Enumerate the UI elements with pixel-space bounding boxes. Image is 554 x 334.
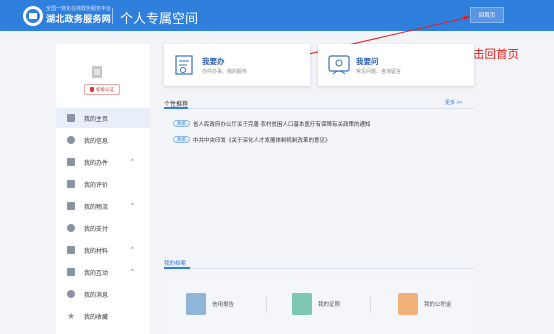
sidebar-item-label: 我的物流: [84, 204, 109, 211]
archive-item-housing-fund[interactable]: 我的公积金: [398, 293, 452, 315]
sidebar-item-home[interactable]: 我的主页: [56, 108, 150, 128]
sidebar-item-materials[interactable]: 我的材料 ^: [56, 240, 150, 260]
home-icon: [67, 114, 75, 122]
archive-item-license[interactable]: 我的证照: [292, 293, 340, 315]
divider-accent: [164, 107, 188, 109]
section-title-archive: 我的档案: [164, 261, 187, 267]
rating-icon: [67, 180, 75, 188]
sidebar-item-label: 我的办件: [84, 160, 109, 167]
handle-affairs-icon: [175, 55, 193, 75]
info-icon: [67, 136, 75, 144]
chevron-up-icon[interactable]: ^: [131, 269, 134, 275]
chevron-up-icon[interactable]: ^: [131, 203, 134, 209]
interaction-icon: [67, 268, 75, 276]
sidebar-item-label: 我的信息: [84, 138, 109, 145]
materials-icon: [67, 246, 75, 254]
policy-tag: 政策: [173, 136, 190, 143]
policy-tag: 政策: [173, 120, 190, 127]
logistics-icon: [67, 202, 75, 210]
logo-subtitle: 全国一体化在线政务服务平台: [46, 6, 112, 12]
payment-icon: [67, 224, 75, 232]
consult-icon: [328, 55, 350, 75]
verification-label: 初级认证: [96, 86, 114, 92]
license-icon: [292, 293, 312, 315]
sidebar-item-cases[interactable]: 我的办件 ^: [56, 152, 150, 172]
divider-accent: [164, 267, 190, 269]
credit-report-icon: [186, 293, 206, 315]
housing-fund-icon: [398, 293, 418, 315]
logo-emblem-icon: [23, 6, 43, 26]
card-handle-affairs[interactable]: 我要办 办件办事、我的服务: [164, 44, 310, 86]
archive-item-label: 我的证照: [318, 302, 341, 308]
sidebar-item-label: 我的收藏: [84, 314, 109, 321]
shield-icon: [90, 87, 94, 92]
chevron-up-icon[interactable]: ^: [131, 247, 134, 253]
policy-title[interactable]: 中共中央印发《关于深化人才发展体制机制改革的意见》: [193, 136, 331, 144]
card-title: 我要办: [202, 57, 225, 66]
back-home-button[interactable]: 回首页: [470, 7, 504, 23]
archive-item-credit[interactable]: 信用报告: [186, 293, 234, 315]
divider: [370, 297, 371, 313]
divider: [164, 268, 474, 269]
sidebar-item-label: 我的主页: [84, 116, 109, 123]
top-header: 全国一体化在线政务服务平台 湖北政务服务网 个人专属空间 回首页: [0, 0, 554, 31]
archive-panel: 信用报告 我的证照 我的公积金: [164, 277, 474, 334]
archive-item-label: 信用报告: [212, 302, 235, 308]
document-icon: [67, 158, 75, 166]
divider: [266, 297, 267, 313]
sidebar-item-info[interactable]: 我的信息: [56, 130, 150, 150]
divider: [164, 108, 474, 109]
sidebar-item-interaction[interactable]: 我的互动 ^: [56, 262, 150, 282]
star-icon: ★: [67, 311, 76, 321]
card-description: 办件办事、我的服务: [202, 69, 248, 75]
sidebar-item-label: 我的材料: [84, 248, 109, 255]
sidebar-item-label: 我的评价: [84, 182, 109, 189]
sidebar-item-label: 我的支付: [84, 226, 109, 233]
chevron-up-icon[interactable]: ^: [131, 159, 134, 165]
logo-title[interactable]: 湖北政务服务网: [46, 12, 111, 25]
sidebar-item-payment[interactable]: 我的支付: [56, 218, 150, 238]
page-title: 个人专属空间: [120, 11, 199, 26]
list-item[interactable]: 政策 中共中央印发《关于深化人才发展体制机制改革的意见》: [173, 135, 331, 144]
card-description: 常见问题、咨询留言: [356, 69, 402, 75]
sidebar-item-label: 我的互动: [84, 270, 109, 277]
bell-icon: [67, 290, 75, 298]
sidebar-item-favorites[interactable]: ★ 我的收藏: [56, 306, 150, 326]
avatar[interactable]: [92, 66, 102, 78]
more-link[interactable]: 更多 >>: [445, 99, 462, 106]
sidebar-item-ratings[interactable]: 我的评价: [56, 174, 150, 194]
list-item[interactable]: 政策 省人民政府办公厅关于完善 农村贫困人口基本医疗有保障有关政策的通知: [173, 119, 371, 128]
card-consult[interactable]: 我要问 常见问题、咨询留言: [318, 44, 474, 86]
sidebar-item-label: 我的消息: [84, 292, 109, 299]
sidebar-item-logistics[interactable]: 我的物流 ^: [56, 196, 150, 216]
sidebar-item-messages[interactable]: 我的消息: [56, 284, 150, 304]
sidebar: 初级认证 我的主页 我的信息 我的办件 ^ 我的评价 我的物流 ^ 我的支付 我…: [56, 44, 150, 334]
verification-badge[interactable]: 初级认证: [84, 84, 120, 95]
archive-item-label: 我的公积金: [424, 302, 452, 308]
header-divider: [112, 8, 113, 24]
policy-title[interactable]: 省人民政府办公厅关于完善 农村贫困人口基本医疗有保障有关政策的通知: [193, 120, 371, 128]
card-title: 我要问: [356, 57, 379, 66]
